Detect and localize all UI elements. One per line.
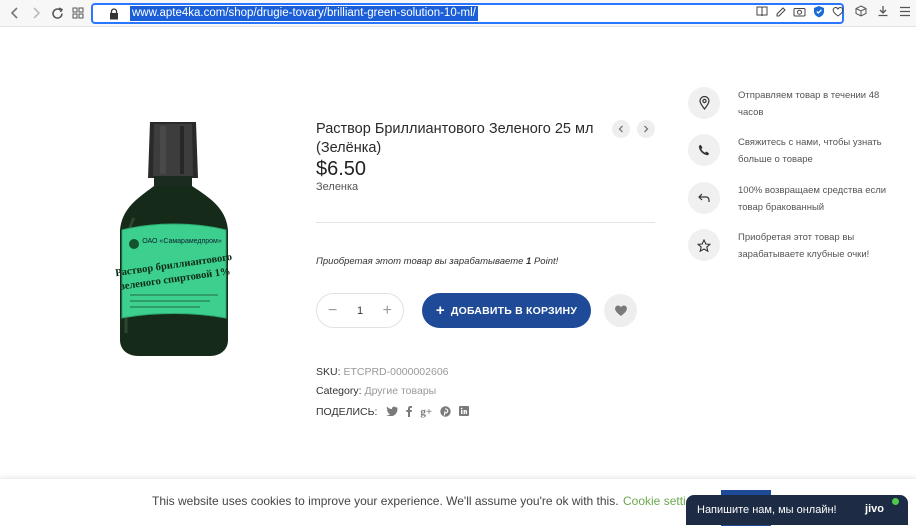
return-arrow-icon bbox=[688, 182, 720, 214]
browser-actions bbox=[850, 5, 916, 17]
feature-contact: Свяжитесь с нами, чтобы узнать больше о … bbox=[688, 134, 908, 168]
quantity-value[interactable]: 1 bbox=[357, 305, 363, 317]
quantity-stepper[interactable]: − 1 + bbox=[316, 293, 404, 328]
browser-toolbar: www.apte4ka.com/shop/drugie-tovary/brill… bbox=[0, 0, 916, 27]
sku-label: SKU: bbox=[316, 366, 341, 378]
screenshot-icon[interactable] bbox=[790, 6, 809, 17]
sku-value: ETCPRD-0000002606 bbox=[343, 366, 449, 378]
share-row: ПОДЕЛИСЬ: g+ bbox=[316, 406, 470, 418]
cookie-settings-link[interactable]: Cookie setti bbox=[623, 494, 686, 508]
cookie-text: This website uses cookies to improve you… bbox=[152, 494, 619, 508]
feature-shipping: Отправляем товар в течении 48 часов bbox=[688, 87, 908, 121]
url-text[interactable]: www.apte4ka.com/shop/drugie-tovary/brill… bbox=[130, 6, 478, 21]
google-plus-icon[interactable]: g+ bbox=[420, 406, 432, 418]
favorite-icon[interactable] bbox=[828, 6, 847, 17]
extensions-icon[interactable] bbox=[850, 5, 872, 17]
points-value: 1 bbox=[526, 256, 532, 267]
points-unit: Point! bbox=[533, 256, 559, 267]
decrease-button[interactable]: − bbox=[328, 302, 337, 320]
lock-icon bbox=[110, 8, 118, 20]
twitter-icon[interactable] bbox=[386, 406, 398, 417]
product-subname: Зеленка bbox=[316, 181, 359, 193]
add-to-cart-label: ДОБАВИТЬ В КОРЗИНУ bbox=[450, 304, 578, 317]
wishlist-button[interactable] bbox=[604, 294, 637, 327]
download-icon[interactable] bbox=[872, 5, 894, 17]
menu-icon[interactable] bbox=[894, 6, 916, 17]
share-label: ПОДЕЛИСЬ: bbox=[316, 406, 378, 418]
apps-grid-icon[interactable] bbox=[67, 2, 89, 24]
online-indicator bbox=[892, 498, 899, 505]
location-pin-icon bbox=[688, 87, 720, 119]
linkedin-icon[interactable] bbox=[459, 406, 470, 417]
heart-icon bbox=[614, 305, 627, 316]
forward-icon[interactable] bbox=[25, 2, 47, 24]
increase-button[interactable]: + bbox=[383, 302, 392, 320]
sku-row: SKU: ETCPRD-0000002606 bbox=[316, 366, 449, 378]
chat-brand: jivo bbox=[865, 503, 884, 515]
feature-text: Приобретая этот товар вы зарабатываете к… bbox=[738, 232, 870, 260]
facebook-icon[interactable] bbox=[406, 406, 413, 418]
chat-label[interactable]: Напишите нам, мы онлайн! bbox=[697, 504, 837, 516]
prev-product-button[interactable] bbox=[612, 120, 630, 138]
feature-text: Отправляем товар в течении 48 часов bbox=[738, 90, 880, 118]
chevron-left-icon bbox=[618, 125, 623, 133]
back-icon[interactable] bbox=[4, 2, 26, 24]
chat-widget[interactable]: Напишите нам, мы онлайн! jivo bbox=[686, 495, 908, 525]
reload-icon[interactable] bbox=[46, 2, 68, 24]
divider bbox=[316, 222, 655, 223]
product-image: ОАО «Самарамедпром» Раствор бриллиантово… bbox=[108, 118, 240, 358]
category-label: Category: bbox=[316, 385, 362, 397]
star-icon bbox=[688, 229, 720, 261]
address-bar-actions bbox=[752, 5, 847, 18]
edit-icon[interactable] bbox=[771, 6, 790, 18]
bottle-label-maker: ОАО «Самарамедпром» bbox=[142, 238, 222, 245]
feature-points: Приобретая этот товар вы зарабатываете к… bbox=[688, 229, 908, 263]
add-to-cart-button[interactable]: + ДОБАВИТЬ В КОРЗИНУ bbox=[422, 293, 591, 328]
category-link[interactable]: Другие товары bbox=[364, 385, 436, 397]
phone-icon bbox=[688, 134, 720, 166]
reader-icon[interactable] bbox=[752, 6, 771, 17]
product-price: $6.50 bbox=[316, 158, 367, 180]
product-title: Раствор Бриллиантового Зеленого 25 мл (З… bbox=[316, 121, 594, 156]
shield-icon[interactable] bbox=[809, 5, 828, 18]
category-row: Category: Другие товары bbox=[316, 385, 436, 397]
pinterest-icon[interactable] bbox=[440, 406, 451, 417]
feature-text: Свяжитесь с нами, чтобы узнать больше о … bbox=[738, 137, 882, 165]
feature-refund: 100% возвращаем средства если товар брак… bbox=[688, 182, 908, 216]
chevron-right-icon bbox=[644, 125, 649, 133]
address-bar[interactable]: www.apte4ka.com/shop/drugie-tovary/brill… bbox=[91, 3, 844, 24]
next-product-button[interactable] bbox=[637, 120, 655, 138]
feature-text: 100% возвращаем средства если товар брак… bbox=[738, 185, 887, 213]
points-text: Приобретая этот товар вы зарабатываете bbox=[316, 256, 524, 267]
points-note: Приобретая этот товар вы зарабатываете 1… bbox=[316, 256, 558, 267]
plus-icon: + bbox=[435, 302, 445, 319]
